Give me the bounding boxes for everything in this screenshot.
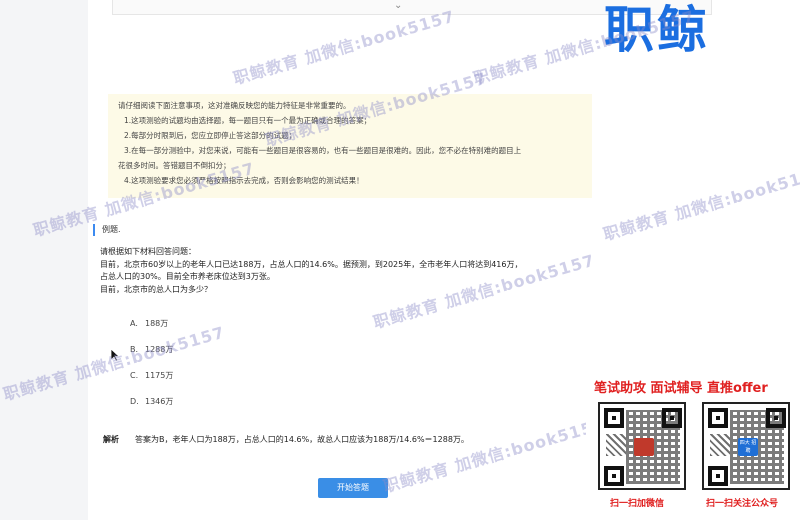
qr-pattern <box>710 434 730 456</box>
qr-finder <box>604 408 624 428</box>
qr-pattern <box>606 434 626 456</box>
notice-item: 花很多时间。答错题目不倒扣分； <box>118 161 231 170</box>
start-answer-button[interactable]: 开始答题 <box>318 478 388 498</box>
option-d[interactable]: D. 1346万 <box>130 396 173 407</box>
qr-center-badge: 四大 招聘 <box>738 438 758 456</box>
qr-finder <box>604 466 624 486</box>
qr-finder <box>708 466 728 486</box>
option-text: 1175万 <box>145 371 174 380</box>
option-a[interactable]: A. 188万 <box>130 318 168 329</box>
wechat-qr-code <box>598 402 686 490</box>
analysis: 解析 答案为B，老年人口为188万，占总人口的14.6%，故总人口应该为188万/… <box>103 434 469 445</box>
promo-panel: 笔试助攻 面试辅导 直推offer 扫一扫加微信 四大 招聘 扫一扫关注公众号 <box>586 372 800 520</box>
option-c[interactable]: C. 1175万 <box>130 370 173 381</box>
qr-right-caption: 扫一扫关注公众号 <box>706 499 779 509</box>
qr-left-caption: 扫一扫加微信 <box>610 499 665 509</box>
option-text: 188万 <box>145 319 169 328</box>
chevron-down-icon[interactable]: ⌄ <box>394 0 402 11</box>
option-text: 1346万 <box>145 397 174 406</box>
notice-item: 2.每部分时限到后，您应立即停止答这部分的试题； <box>124 131 297 140</box>
analysis-label: 解析 <box>103 435 119 444</box>
question-line: 请根据如下材料回答问题： <box>100 247 196 256</box>
analysis-text: 答案为B，老年人口为188万，占总人口的14.6%，故总人口应该为188万/14… <box>135 435 469 444</box>
option-letter: C. <box>130 371 139 380</box>
qr-finder <box>708 408 728 428</box>
question-line: 目前，北京市60岁以上的老年人口已达188万，占总人口的14.6%。据预测，到2… <box>100 259 523 269</box>
promo-headline: 笔试助攻 面试辅导 直推offer <box>594 381 768 396</box>
notice-item: 3.在每一部分测验中，对您来说，可能有一些题目是很容易的，也有一些题目是很难的。… <box>124 146 522 155</box>
option-letter: D. <box>130 397 139 406</box>
qr-center-logo <box>634 438 654 456</box>
example-title: 例题. <box>93 224 121 236</box>
official-account-qr-code: 四大 招聘 <box>702 402 790 490</box>
option-letter: A. <box>130 319 138 328</box>
